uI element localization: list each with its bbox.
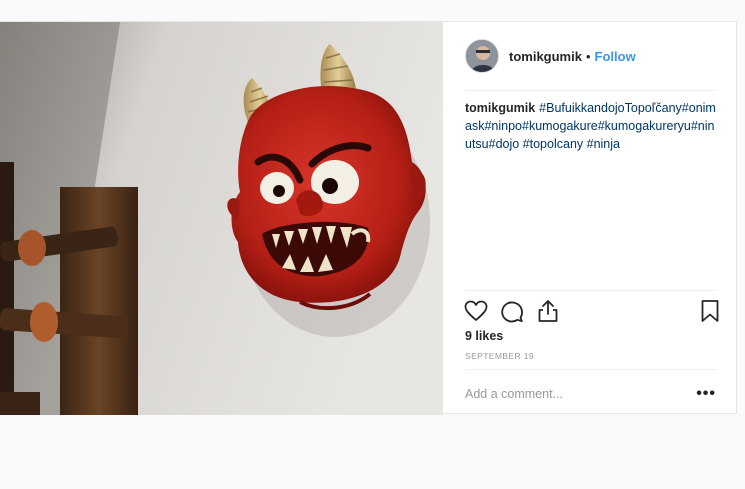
comment-input[interactable] bbox=[465, 387, 665, 401]
caption-username[interactable]: tomikgumik bbox=[465, 101, 535, 115]
separator-dot: • bbox=[585, 48, 591, 64]
author-username[interactable]: tomikgumik bbox=[509, 49, 582, 64]
instagram-post: tomikgumik • Follow tomikgumik #Bufuikkan… bbox=[0, 21, 737, 415]
post-photo[interactable] bbox=[0, 22, 443, 415]
post-date: SEPTEMBER 19 bbox=[465, 351, 535, 361]
follow-button[interactable]: Follow bbox=[595, 49, 636, 64]
comment-form: ••• bbox=[465, 378, 716, 410]
header-divider bbox=[465, 90, 716, 91]
avatar-image bbox=[466, 40, 498, 72]
post-sidebar: tomikgumik • Follow tomikgumik #Bufuikkan… bbox=[443, 22, 737, 415]
actions-divider bbox=[465, 290, 716, 291]
more-options-icon[interactable]: ••• bbox=[696, 385, 716, 403]
bookmark-icon[interactable] bbox=[697, 298, 723, 324]
avatar[interactable] bbox=[465, 39, 499, 73]
like-count[interactable]: 9 likes bbox=[465, 329, 503, 343]
heart-icon[interactable] bbox=[463, 298, 489, 324]
post-caption: tomikgumik #BufuikkandojoTopoľčany#onimas… bbox=[465, 99, 719, 153]
action-bar bbox=[463, 298, 721, 324]
post-header: tomikgumik • Follow bbox=[465, 38, 636, 74]
comment-icon[interactable] bbox=[499, 298, 525, 324]
comment-divider bbox=[465, 369, 716, 370]
oni-mask-photo bbox=[0, 22, 443, 415]
share-icon[interactable] bbox=[535, 298, 561, 324]
